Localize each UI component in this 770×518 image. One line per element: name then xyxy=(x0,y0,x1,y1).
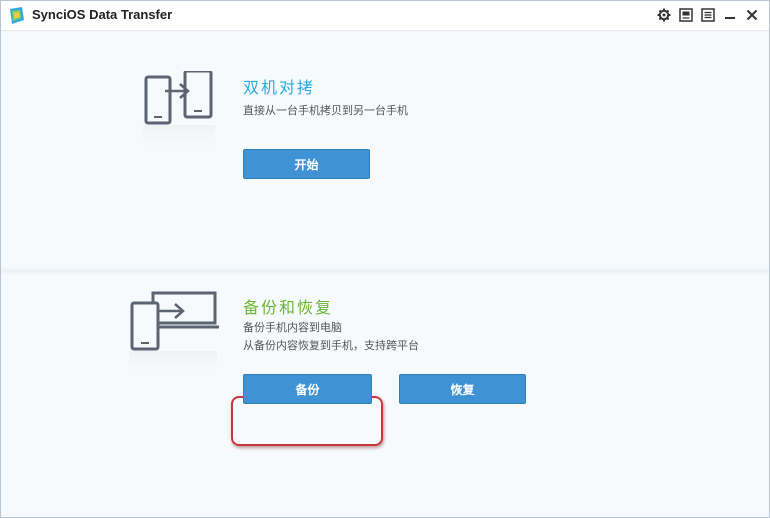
backup-panel xyxy=(1,275,769,517)
window-controls xyxy=(655,6,761,24)
close-icon[interactable] xyxy=(743,6,761,24)
menu-icon[interactable] xyxy=(699,6,717,24)
skin-icon[interactable] xyxy=(677,6,695,24)
restore-button[interactable]: 恢复 xyxy=(399,374,526,404)
app-logo-icon xyxy=(8,6,26,26)
phone-to-phone-icon xyxy=(143,69,219,157)
transfer-panel xyxy=(1,32,769,269)
transfer-description: 直接从一台手机拷贝到另一台手机 xyxy=(243,104,408,117)
section-divider xyxy=(1,267,769,275)
device-to-pc-icon xyxy=(129,291,221,381)
backup-title: 备份和恢复 xyxy=(243,298,334,317)
minimize-icon[interactable] xyxy=(721,6,739,24)
backup-button[interactable]: 备份 xyxy=(243,374,372,404)
backup-description: 备份手机内容到电脑 xyxy=(243,321,342,334)
restore-description: 从备份内容恢复到手机，支持跨平台 xyxy=(243,339,419,352)
app-title: SynciOS Data Transfer xyxy=(32,7,173,22)
title-bar[interactable]: SynciOS Data Transfer xyxy=(1,1,769,31)
settings-icon[interactable] xyxy=(655,6,673,24)
transfer-title: 双机对拷 xyxy=(243,78,316,97)
start-button[interactable]: 开始 xyxy=(243,149,370,179)
app-window: SynciOS Data Transfer 双机对拷 直接从一台手机拷贝到另一台… xyxy=(0,0,770,518)
